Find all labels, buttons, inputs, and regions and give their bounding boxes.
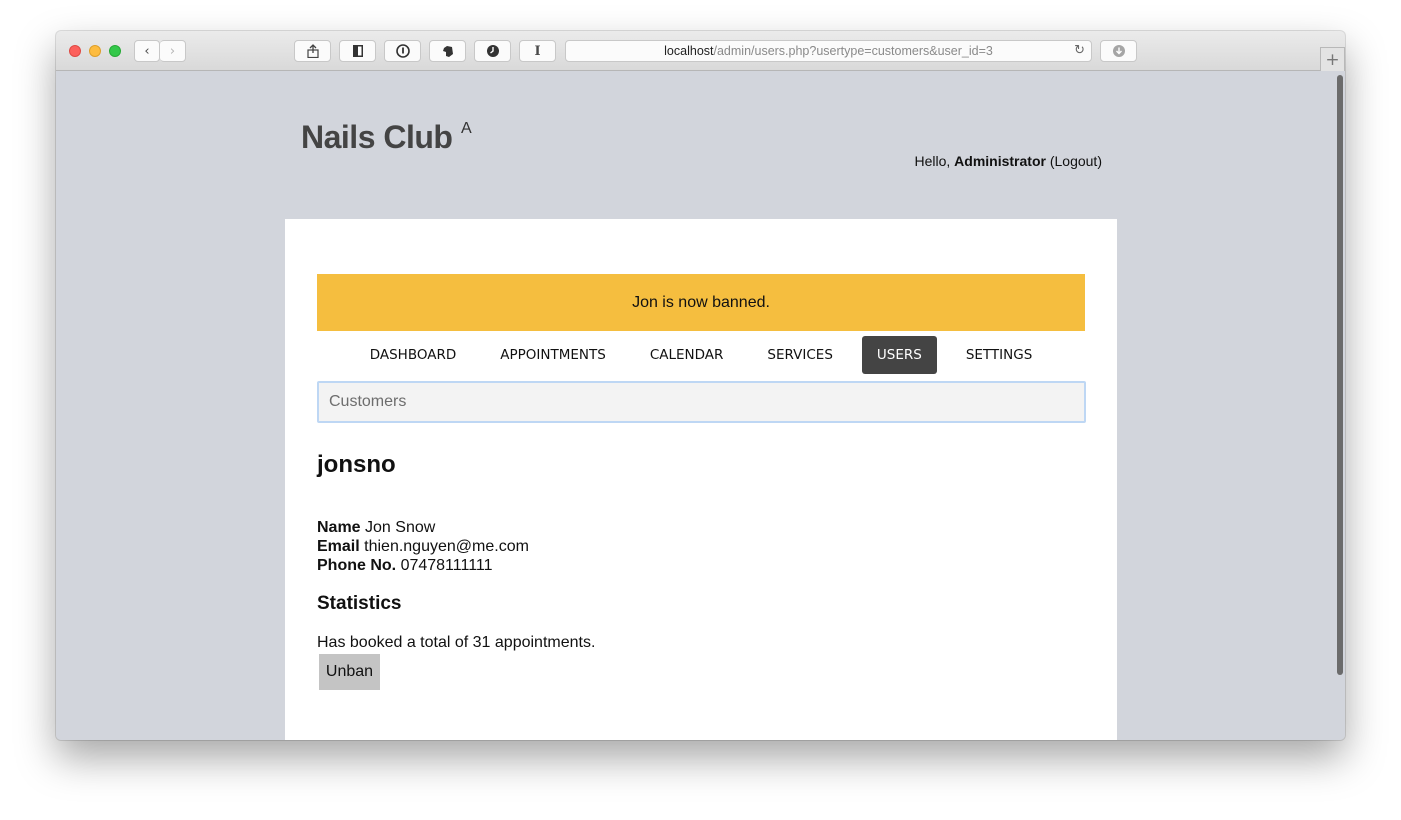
plus-icon: + [1325,49,1340,70]
clock-icon [486,45,499,57]
nav-dashboard[interactable]: DASHBOARD [355,336,472,374]
forward-button[interactable]: › [160,40,186,62]
url-path: /admin/users.php?usertype=customers&user… [713,44,993,58]
content-panel: Jon is now banned. DASHBOARD APPOINTMENT… [285,219,1117,740]
phone-value: 07478111111 [400,557,493,574]
name-value: Jon Snow [365,519,436,536]
admin-nav: DASHBOARD APPOINTMENTS CALENDAR SERVICES… [317,336,1085,374]
minimize-window-button[interactable] [89,45,101,57]
history-button[interactable] [474,40,511,62]
nav-calendar[interactable]: CALENDAR [635,336,739,374]
address-bar[interactable]: localhost/admin/users.php?usertype=custo… [565,40,1092,62]
profile-username: jonsno [317,451,396,478]
share-icon [306,44,319,58]
browser-window: ‹ › I localhost/admin/users.php?usertype… [56,31,1345,740]
notice-banner: Jon is now banned. [317,274,1085,331]
profile-phone-row: Phone No. 07478111111 [317,556,529,575]
greeting-prefix: Hello, [914,153,955,169]
logout-link[interactable]: (Logout) [1050,153,1102,169]
book-icon [352,45,363,57]
profile-email-row: Email thien.nguyen@me.com [317,537,529,556]
new-tab-button[interactable]: + [1320,47,1345,71]
nav-appointments[interactable]: APPOINTMENTS [485,336,621,374]
nav-users[interactable]: USERS [861,336,937,374]
browser-toolbar: ‹ › I localhost/admin/users.php?usertype… [56,31,1345,71]
download-icon [1112,45,1125,57]
statistics-heading: Statistics [317,593,402,614]
usertype-select[interactable]: Customers [317,381,1086,423]
nav-services[interactable]: SERVICES [752,336,847,374]
elephant-icon [442,45,453,57]
greeting-username: Administrator [954,153,1046,169]
site-logo-badge: A [461,120,472,137]
back-button[interactable]: ‹ [134,40,160,62]
password-manager-button[interactable] [384,40,421,62]
profile-details: Name Jon Snow Email thien.nguyen@me.com … [317,518,529,575]
zoom-window-button[interactable] [109,45,121,57]
nav-settings[interactable]: SETTINGS [951,336,1047,374]
reload-icon[interactable]: ↻ [1074,43,1085,58]
phone-label: Phone No. [317,557,397,574]
instapaper-button[interactable]: I [519,40,556,62]
email-label: Email [317,538,360,555]
user-greeting: Hello, Administrator (Logout) [914,153,1102,169]
keyhole-icon [395,44,410,58]
instapaper-icon: I [534,43,541,59]
downloads-button[interactable] [1100,40,1137,62]
unban-button[interactable]: Unban [319,654,380,690]
chevron-right-icon: › [169,43,176,59]
profile-name-row: Name Jon Snow [317,518,529,537]
name-label: Name [317,519,361,536]
close-window-button[interactable] [69,45,81,57]
site-logo[interactable]: Nails Club [301,119,453,156]
evernote-button[interactable] [429,40,466,62]
page-scrollbar[interactable] [1337,75,1343,675]
reader-button[interactable] [339,40,376,62]
chevron-left-icon: ‹ [144,43,150,59]
statistics-text: Has booked a total of 31 appointments. [317,634,596,651]
url-host: localhost [664,44,714,58]
page-viewport: Nails Club A Hello, Administrator (Logou… [56,71,1345,740]
share-button[interactable] [294,40,331,62]
email-value: thien.nguyen@me.com [364,538,529,555]
